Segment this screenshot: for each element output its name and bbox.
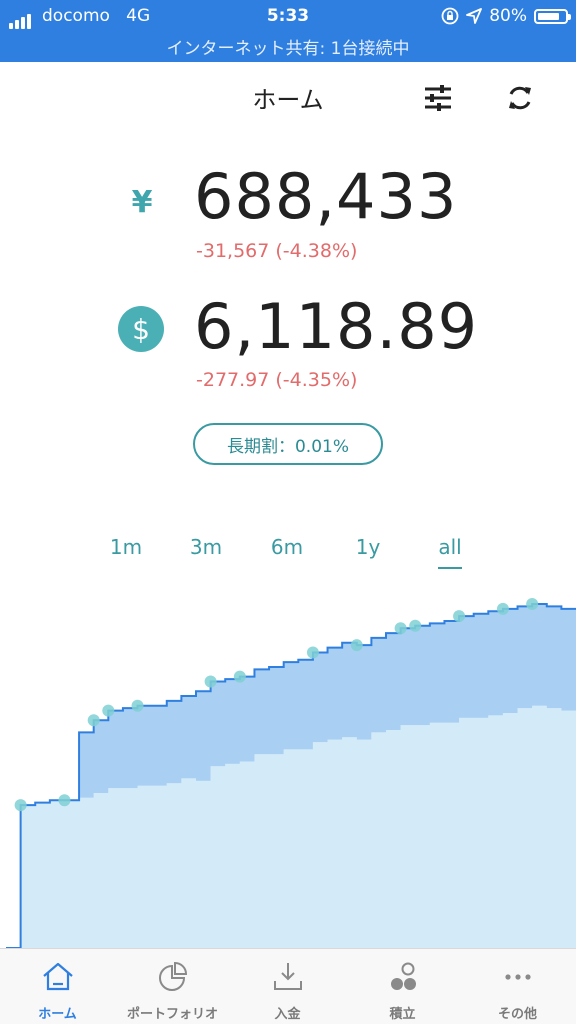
location-arrow-icon xyxy=(466,8,483,24)
chart-marker-11 xyxy=(453,610,466,623)
balance-jpy: 688,433 xyxy=(194,160,458,233)
chart-marker-10 xyxy=(409,619,422,632)
nav-savings-label: 積立 xyxy=(389,1007,416,1022)
refresh-button[interactable] xyxy=(500,78,540,118)
nav-deposit[interactable]: 入金 xyxy=(230,949,345,1024)
nav-more[interactable]: その他 xyxy=(460,949,575,1024)
bottom-nav: ホーム ポートフォリオ 入金 積立 その他 xyxy=(0,948,576,1024)
hotspot-banner[interactable]: インターネット共有: 1台接続中 xyxy=(0,34,576,59)
tab-all[interactable]: all xyxy=(428,535,472,569)
period-tabs: 1m 3m 6m 1y all xyxy=(0,535,576,571)
chart-marker-0 xyxy=(14,799,27,812)
nav-savings[interactable]: 積立 xyxy=(345,949,460,1024)
balance-usd: 6,118.89 xyxy=(194,290,479,363)
long-term-discount-button[interactable]: 長期割：0.01% xyxy=(193,423,383,465)
chart-marker-3 xyxy=(102,704,115,717)
savings-dots-icon xyxy=(390,962,416,990)
dollar-icon: $ xyxy=(118,306,164,352)
tab-3m[interactable]: 3m xyxy=(184,535,228,559)
chart-marker-7 xyxy=(306,646,319,659)
app-header: ホーム xyxy=(0,62,576,128)
chart-marker-5 xyxy=(204,675,217,688)
status-bar: docomo 4G 5:33 80% インターネット共有: 1台接続中 xyxy=(0,0,576,62)
tab-1y[interactable]: 1y xyxy=(346,535,390,559)
chart-marker-9 xyxy=(394,622,407,635)
nav-more-label: その他 xyxy=(497,1007,537,1022)
yen-icon: ¥ xyxy=(131,184,153,220)
tab-1m[interactable]: 1m xyxy=(104,535,148,559)
nav-portfolio[interactable]: ポートフォリオ xyxy=(115,949,230,1024)
battery-percent: 80% xyxy=(489,6,527,26)
nav-deposit-label: 入金 xyxy=(274,1007,301,1022)
chart-marker-1 xyxy=(58,794,71,807)
chart-marker-8 xyxy=(350,639,363,652)
refresh-icon xyxy=(509,86,531,110)
nav-portfolio-label: ポートフォリオ xyxy=(126,1007,218,1022)
asset-history-chart[interactable] xyxy=(0,590,576,950)
chart-marker-4 xyxy=(131,699,144,712)
change-jpy: -31,567 (-4.38%) xyxy=(196,240,358,262)
nav-home[interactable]: ホーム xyxy=(0,949,115,1024)
sliders-icon xyxy=(425,85,451,111)
deposit-download-icon xyxy=(273,963,302,990)
home-icon xyxy=(42,962,73,991)
change-usd: -277.97 (-4.35%) xyxy=(196,369,358,391)
home-screen: docomo 4G 5:33 80% インターネット共有: 1台接続中 ホーム xyxy=(0,0,576,1024)
chart-marker-6 xyxy=(233,670,246,683)
settings-button[interactable] xyxy=(418,78,458,118)
rotation-lock-icon xyxy=(441,7,459,25)
chart-marker-13 xyxy=(526,598,539,610)
battery-icon xyxy=(534,8,571,24)
portfolio-pie-icon xyxy=(158,961,187,991)
tab-6m[interactable]: 6m xyxy=(265,535,309,559)
page-title: ホーム xyxy=(252,86,324,114)
nav-home-label: ホーム xyxy=(38,1007,77,1022)
more-icon xyxy=(504,974,531,980)
chart-marker-2 xyxy=(87,714,100,727)
chart-marker-12 xyxy=(496,602,509,615)
